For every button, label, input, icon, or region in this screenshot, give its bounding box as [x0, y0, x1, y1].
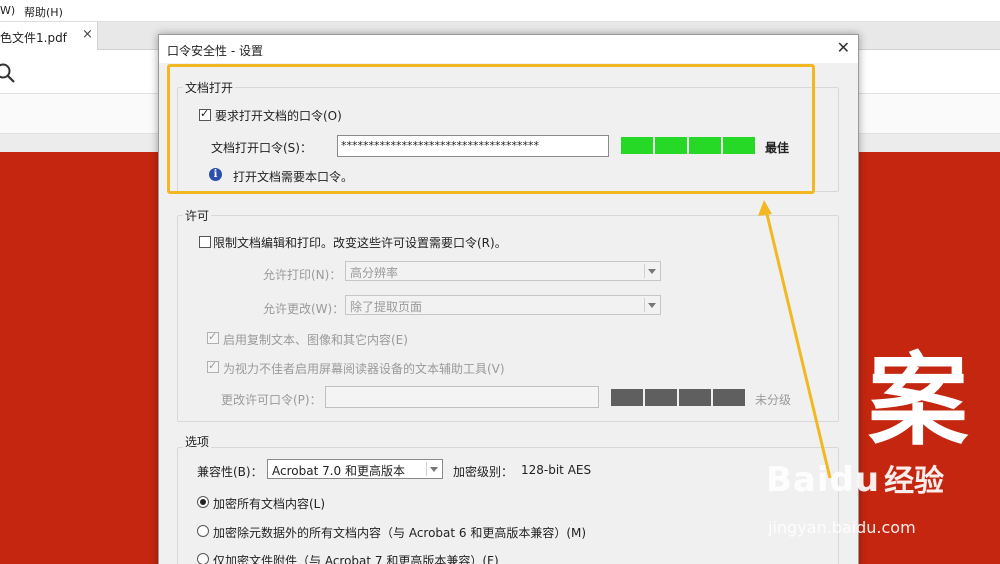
watermark: Baidu 经验 jingyan.baidu.com: [766, 456, 945, 537]
watermark-text: 经验: [884, 464, 945, 499]
watermark-logo: Baidu: [766, 460, 881, 500]
watermark-url: jingyan.baidu.com: [768, 518, 916, 537]
